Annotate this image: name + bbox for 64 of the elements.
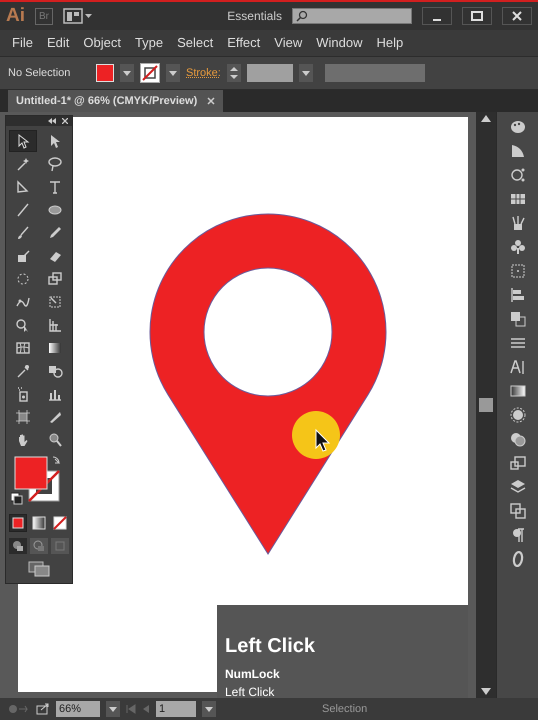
minimize-button[interactable] — [422, 7, 452, 25]
search-field[interactable] — [292, 8, 412, 24]
fill-dropdown[interactable] — [120, 64, 134, 82]
color-mode-button[interactable] — [8, 514, 27, 532]
menu-item[interactable]: Edit — [46, 33, 70, 53]
page-field[interactable]: 1 — [156, 701, 196, 717]
draw-normal-button[interactable] — [8, 538, 27, 554]
menu-item[interactable]: View — [274, 33, 302, 53]
share-icon[interactable] — [36, 703, 50, 715]
status-text: Selection — [322, 702, 368, 717]
stroke-none-swatch[interactable] — [140, 63, 160, 83]
gradient-mode-button[interactable] — [30, 514, 48, 532]
scroll-up-icon[interactable] — [481, 115, 491, 122]
menu-item[interactable]: Window — [316, 33, 362, 53]
align-icon[interactable] — [508, 286, 526, 304]
screen-mode-icon[interactable] — [28, 560, 50, 576]
click-highlight — [292, 411, 340, 459]
zoom-field[interactable]: 66% — [56, 701, 100, 717]
fill-swatch[interactable] — [96, 64, 114, 82]
caret-icon — [169, 70, 177, 76]
maximize-button[interactable] — [462, 7, 492, 25]
stroke-weight-stepper[interactable] — [226, 64, 241, 82]
menu-item[interactable]: Help — [376, 33, 404, 53]
caret-icon — [205, 706, 213, 712]
close-icon[interactable] — [207, 96, 216, 105]
transparency-icon[interactable] — [508, 430, 526, 448]
action-label: Left Click — [225, 684, 276, 698]
stroke-link[interactable]: Stroke: — [186, 64, 221, 82]
draw-behind-button[interactable] — [30, 538, 48, 554]
character-icon[interactable] — [508, 358, 526, 376]
close-icon[interactable] — [62, 118, 68, 124]
selection-status: No Selection — [8, 66, 72, 81]
collapse-icon[interactable] — [48, 118, 56, 124]
scroll-thumb[interactable] — [479, 398, 493, 412]
arrange-documents-icon[interactable] — [63, 8, 93, 24]
menu-item[interactable]: Effect — [227, 33, 260, 53]
club-symbol-icon[interactable] — [508, 238, 526, 256]
search-icon — [296, 10, 308, 22]
stroke-weight-field[interactable] — [246, 64, 293, 82]
stroke-dropdown[interactable] — [166, 64, 180, 82]
maximize-icon — [471, 11, 483, 21]
caret-icon — [123, 70, 131, 76]
caret-icon — [109, 706, 117, 712]
menu-item[interactable]: Select — [177, 33, 214, 53]
zoom-dropdown[interactable] — [106, 701, 120, 717]
minimize-icon — [433, 19, 441, 21]
none-mode-button[interactable] — [51, 514, 70, 532]
page-dropdown[interactable] — [202, 701, 216, 717]
cursor-icon — [316, 428, 330, 452]
menu-item[interactable]: Object — [83, 33, 121, 53]
menu-item[interactable]: File — [12, 33, 33, 53]
stroke-weight-dropdown[interactable] — [298, 64, 313, 82]
transform-box-icon[interactable] — [508, 262, 526, 280]
key-label: NumLock — [225, 666, 281, 683]
overlay-title: Left Click — [225, 634, 316, 659]
palette-icon[interactable] — [508, 118, 526, 136]
caret-icon — [302, 70, 310, 76]
menu-item[interactable]: Type — [134, 33, 164, 53]
app-logo: Ai — [6, 4, 25, 28]
close-icon — [512, 11, 522, 21]
workspace-dropdown[interactable]: Essentials — [227, 7, 282, 25]
document-tab[interactable]: Untitled-1* @ 66% (CMYK/Preview) — [8, 90, 224, 112]
close-button[interactable] — [502, 7, 532, 25]
scroll-down-icon[interactable] — [481, 688, 491, 695]
